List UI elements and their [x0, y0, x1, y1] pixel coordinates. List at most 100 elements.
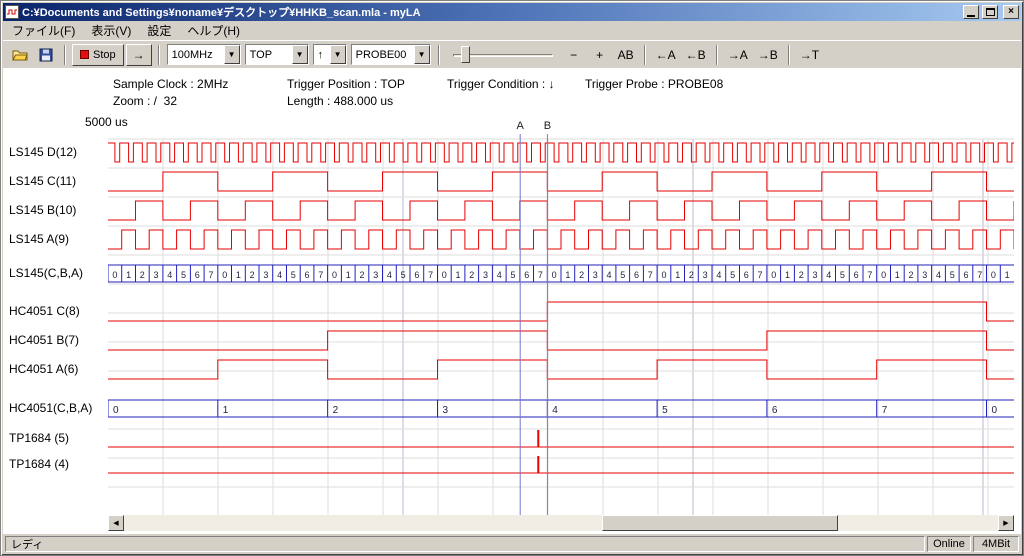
maximize-button[interactable] — [982, 5, 998, 19]
stop-button[interactable]: Stop — [72, 44, 124, 66]
dropdown-arrow-icon[interactable]: ▼ — [414, 45, 430, 64]
bus-value: 1 — [785, 270, 790, 280]
bus-value: 4 — [936, 270, 941, 280]
bus-value: 0 — [992, 405, 998, 416]
goto-cursor-b-back-button[interactable]: ←B — [682, 44, 710, 66]
bus-value: 1 — [346, 270, 351, 280]
scrollbar-track[interactable] — [124, 515, 998, 531]
trigger-position-select[interactable]: TOP ▼ — [245, 44, 309, 65]
save-file-button[interactable] — [34, 44, 58, 66]
zoom-in-button[interactable]: + — [588, 44, 612, 66]
bus-value: 0 — [112, 270, 117, 280]
bus-value: 6 — [963, 270, 968, 280]
bus-value: 7 — [428, 270, 433, 280]
bus-value: 1 — [126, 270, 131, 280]
sample-clock-select[interactable]: 100MHz ▼ — [167, 44, 241, 65]
bus-value: 6 — [854, 270, 859, 280]
channel-label-8[interactable]: HC4051(C,B,A) — [9, 401, 92, 415]
ab-range-button[interactable]: AB — [614, 44, 638, 66]
bus-value: 1 — [1005, 270, 1010, 280]
bus-value: 1 — [223, 405, 229, 416]
bus-value: 1 — [895, 270, 900, 280]
minimize-button[interactable] — [963, 5, 979, 19]
bus-value: 4 — [387, 270, 392, 280]
channel-label-2[interactable]: LS145 B(10) — [9, 203, 76, 217]
app-icon — [5, 5, 19, 19]
bus-value: 4 — [277, 270, 282, 280]
cursor-a-label: A — [517, 120, 525, 132]
scroll-left-button[interactable]: ◀ — [108, 515, 124, 531]
trigger-probe-select[interactable]: PROBE00 ▼ — [351, 44, 431, 65]
zoom-out-button[interactable]: − — [562, 44, 586, 66]
bus-value: 3 — [373, 270, 378, 280]
goto-cursor-b-button[interactable]: →B — [754, 44, 782, 66]
zoom-slider-thumb[interactable] — [461, 46, 470, 63]
dropdown-arrow-icon[interactable]: ▼ — [330, 45, 346, 64]
toolbar-separator — [64, 45, 66, 65]
bus-value: 2 — [908, 270, 913, 280]
scroll-left-icon: ◀ — [113, 519, 118, 527]
zoom-slider[interactable] — [451, 45, 555, 65]
trigger-edge-select[interactable]: ↑ ▼ — [313, 44, 347, 65]
channel-label-9[interactable]: TP1684 (5) — [9, 431, 69, 445]
channel-label-3[interactable]: LS145 A(9) — [9, 232, 69, 246]
bus-value: 4 — [826, 270, 831, 280]
bus-value: 2 — [250, 270, 255, 280]
waveform-area: Sample Clock : 2MHz Trigger Position : T… — [3, 68, 1021, 534]
channel-label-6[interactable]: HC4051 B(7) — [9, 333, 79, 347]
bus-value: 5 — [662, 405, 668, 416]
status-memory-badge: 4MBit — [973, 536, 1019, 552]
bus-value: 5 — [291, 270, 296, 280]
bus-value: 0 — [881, 270, 886, 280]
statusbar: レディ Online 4MBit — [3, 534, 1021, 553]
bus-value: 0 — [332, 270, 337, 280]
dropdown-arrow-icon[interactable]: ▼ — [224, 45, 240, 64]
open-file-button[interactable] — [8, 44, 32, 66]
sample-clock-value: 100MHz — [168, 49, 224, 61]
stop-icon — [80, 50, 89, 59]
channel-label-7[interactable]: HC4051 A(6) — [9, 362, 78, 376]
channel-label-5[interactable]: HC4051 C(8) — [9, 304, 80, 318]
bus-value: 5 — [181, 270, 186, 280]
scroll-right-button[interactable]: ▶ — [998, 515, 1014, 531]
trigger-condition-info: Trigger Condition : ↓ — [447, 77, 555, 91]
channel-label-10[interactable]: TP1684 (4) — [9, 457, 69, 471]
bus-value: 5 — [730, 270, 735, 280]
bus-value: 1 — [675, 270, 680, 280]
bus-value: 3 — [153, 270, 158, 280]
floppy-disk-icon — [38, 47, 54, 63]
run-button[interactable]: → — [126, 44, 152, 66]
bus-value: 3 — [443, 405, 449, 416]
bus-value: 0 — [661, 270, 666, 280]
menu-item-2[interactable]: 設定 — [139, 20, 179, 41]
goto-trigger-button[interactable]: →T — [796, 44, 823, 66]
close-button[interactable]: × — [1003, 5, 1019, 19]
dropdown-arrow-icon[interactable]: ▼ — [292, 45, 308, 64]
channel-label-4[interactable]: LS145(C,B,A) — [9, 266, 83, 280]
menu-item-1[interactable]: 表示(V) — [83, 20, 139, 41]
bus-value: 0 — [113, 405, 119, 416]
wave-grid — [108, 139, 1014, 516]
waveform-display[interactable]: 0123456701234567012345670123456701234567… — [108, 114, 1014, 526]
toolbar: Stop → 100MHz ▼ TOP ▼ ↑ ▼ PROBE00 ▼ − + … — [3, 40, 1021, 68]
channel-label-0[interactable]: LS145 D(12) — [9, 145, 77, 159]
bus-value: 7 — [882, 405, 888, 416]
bus-value: 2 — [359, 270, 364, 280]
bus-value: 1 — [236, 270, 241, 280]
scrollbar-thumb[interactable] — [602, 515, 838, 531]
trigger-probe-info: Trigger Probe : PROBE08 — [585, 77, 723, 91]
bus-value: 0 — [552, 270, 557, 280]
channel-label-1[interactable]: LS145 C(11) — [9, 174, 76, 188]
bus-value: 1 — [565, 270, 570, 280]
horizontal-scrollbar[interactable]: ◀ ▶ — [108, 515, 1014, 531]
trigger-edge-value: ↑ — [314, 49, 330, 61]
menu-item-3[interactable]: ヘルプ(H) — [179, 20, 248, 41]
goto-cursor-a-button[interactable]: →A — [724, 44, 752, 66]
goto-cursor-a-back-button[interactable]: ←A — [652, 44, 680, 66]
toolbar-separator — [716, 45, 718, 65]
trigger-position-value: TOP — [246, 49, 292, 61]
menu-item-0[interactable]: ファイル(F) — [4, 20, 83, 41]
bus-value: 3 — [593, 270, 598, 280]
bus-value: 6 — [744, 270, 749, 280]
toolbar-separator — [158, 45, 160, 65]
